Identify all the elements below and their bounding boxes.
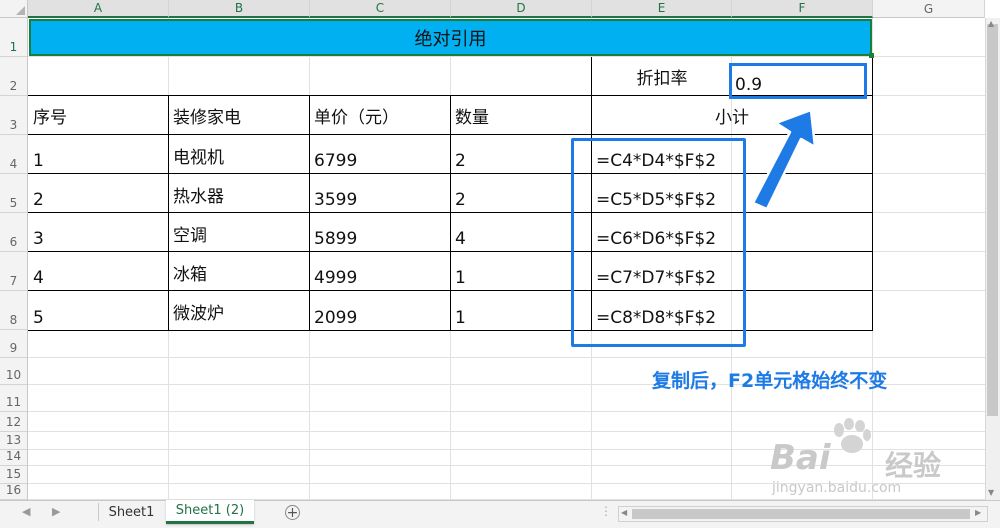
row-header-4[interactable]: 4 bbox=[0, 135, 28, 174]
col-header-f[interactable]: F bbox=[732, 0, 873, 18]
scroll-left-icon[interactable]: ◀ bbox=[621, 508, 627, 517]
scroll-up-icon[interactable]: ▲ bbox=[988, 19, 994, 28]
scroll-down-icon[interactable]: ▼ bbox=[988, 488, 994, 497]
watermark-logo-text: Bai bbox=[770, 438, 831, 478]
cell-price[interactable]: 3599 bbox=[310, 174, 450, 212]
row-header-1[interactable]: 1 bbox=[0, 18, 28, 57]
header-price[interactable]: 单价（元） bbox=[310, 96, 450, 134]
cell-item[interactable]: 空调 bbox=[169, 213, 309, 251]
col-header-c[interactable]: C bbox=[310, 0, 451, 18]
row-header-12[interactable]: 12 bbox=[0, 412, 28, 432]
f2-highlight-box bbox=[729, 63, 867, 99]
cell-index[interactable]: 2 bbox=[29, 174, 168, 212]
select-all-corner[interactable] bbox=[0, 0, 28, 18]
row-header-15[interactable]: 15 bbox=[0, 466, 28, 484]
row-header-14[interactable]: 14 bbox=[0, 449, 28, 466]
row-header-5[interactable]: 5 bbox=[0, 174, 28, 213]
row-header-11[interactable]: 11 bbox=[0, 385, 28, 412]
row-header-3[interactable]: 3 bbox=[0, 96, 28, 135]
row-header-16[interactable]: 16 bbox=[0, 483, 28, 500]
cell-item[interactable]: 热水器 bbox=[169, 174, 309, 212]
add-sheet-button[interactable]: + bbox=[285, 505, 300, 520]
col-header-b[interactable]: B bbox=[169, 0, 310, 18]
watermark-brand-text: 经验 bbox=[885, 449, 942, 482]
next-sheet-icon[interactable]: ▶ bbox=[52, 505, 60, 518]
col-header-d[interactable]: D bbox=[451, 0, 592, 18]
cell-qty[interactable]: 1 bbox=[451, 291, 591, 330]
vertical-scroll-thumb[interactable] bbox=[987, 24, 998, 416]
col-header-e[interactable]: E bbox=[592, 0, 732, 18]
cell-item[interactable]: 微波炉 bbox=[169, 291, 309, 330]
gridline bbox=[873, 251, 985, 252]
tab-divider bbox=[98, 503, 99, 521]
col-header-g[interactable]: G bbox=[873, 0, 985, 18]
gridline bbox=[873, 173, 985, 174]
cell-qty[interactable]: 1 bbox=[451, 252, 591, 290]
arrow-annotation-icon bbox=[751, 108, 817, 211]
table-border bbox=[872, 57, 873, 330]
header-qty[interactable]: 数量 bbox=[451, 96, 591, 134]
tab-sheet1[interactable]: Sheet1 bbox=[100, 500, 163, 524]
header-index[interactable]: 序号 bbox=[29, 96, 168, 134]
discount-label-cell[interactable]: 折扣率 bbox=[592, 57, 732, 95]
row-header-10[interactable]: 10 bbox=[0, 358, 28, 385]
gridline bbox=[873, 134, 985, 135]
cell-price[interactable]: 4999 bbox=[310, 252, 450, 290]
gridline bbox=[873, 212, 985, 213]
table-border bbox=[28, 330, 873, 331]
row-header-13[interactable]: 13 bbox=[0, 432, 28, 450]
prev-sheet-icon[interactable]: ◀ bbox=[22, 505, 30, 518]
row-header-6[interactable]: 6 bbox=[0, 213, 28, 252]
baidu-watermark: Bai 经验 jingyan.baidu.com bbox=[770, 418, 985, 500]
cell-price[interactable]: 6799 bbox=[310, 135, 450, 173]
col-header-a[interactable]: A bbox=[28, 0, 169, 18]
header-subtotal[interactable]: 小计 bbox=[592, 96, 872, 134]
gridline bbox=[873, 95, 985, 96]
tab-sheet1-2[interactable]: Sheet1 (2) bbox=[166, 500, 254, 524]
gridline bbox=[873, 290, 985, 291]
cell-index[interactable]: 3 bbox=[29, 213, 168, 251]
cell-price[interactable]: 2099 bbox=[310, 291, 450, 330]
row-header-7[interactable]: 7 bbox=[0, 252, 28, 291]
row-header-2[interactable]: 2 bbox=[0, 57, 28, 96]
cell-qty[interactable]: 4 bbox=[451, 213, 591, 251]
cell-price[interactable]: 5899 bbox=[310, 213, 450, 251]
cell-index[interactable]: 1 bbox=[29, 135, 168, 173]
header-item[interactable]: 装修家电 bbox=[169, 96, 309, 134]
cell-item[interactable]: 电视机 bbox=[169, 135, 309, 173]
title-cell[interactable]: 绝对引用 bbox=[29, 19, 872, 56]
cell-qty[interactable]: 2 bbox=[451, 174, 591, 212]
gridline bbox=[28, 411, 985, 412]
paw-logo-icon bbox=[834, 418, 871, 453]
gridline bbox=[28, 357, 985, 358]
cell-index[interactable]: 5 bbox=[29, 291, 168, 330]
cell-item[interactable]: 冰箱 bbox=[169, 252, 309, 290]
callout-text: 复制后，F2单元格始终不变 bbox=[652, 370, 888, 392]
cell-index[interactable]: 4 bbox=[29, 252, 168, 290]
row-header-9[interactable]: 9 bbox=[0, 330, 28, 358]
watermark-url-text: jingyan.baidu.com bbox=[772, 480, 902, 496]
scroll-right-icon[interactable]: ▶ bbox=[975, 508, 981, 517]
horizontal-scroll-thumb[interactable] bbox=[632, 509, 970, 519]
formula-highlight-box bbox=[571, 138, 746, 347]
cell-qty[interactable]: 2 bbox=[451, 135, 591, 173]
row-header-8[interactable]: 8 bbox=[0, 291, 28, 330]
tab-split-handle-icon[interactable]: ⋮ bbox=[600, 504, 612, 518]
